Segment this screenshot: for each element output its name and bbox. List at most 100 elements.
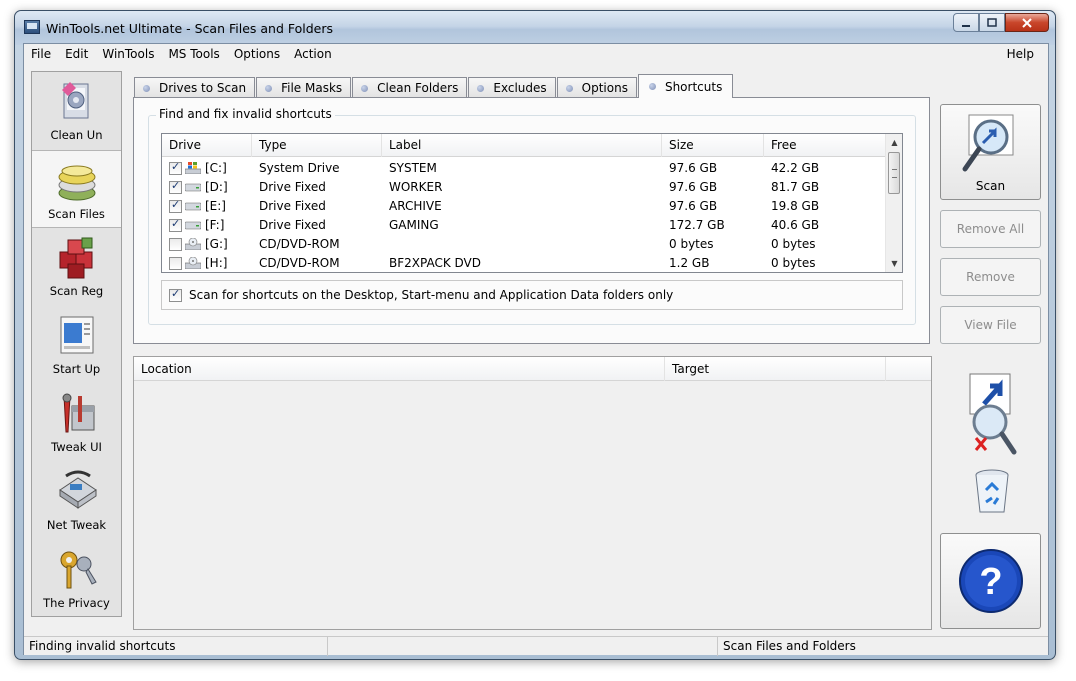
drive-checkbox[interactable] (169, 180, 182, 194)
remove-all-label: Remove All (956, 222, 1025, 236)
scan-button[interactable]: Scan (940, 104, 1041, 200)
drive-free: 40.6 GB (771, 217, 820, 232)
column-header-drive[interactable]: Drive (162, 134, 252, 157)
remove-label: Remove (966, 270, 1015, 284)
column-header-free[interactable]: Free (764, 134, 886, 157)
nav-item-startup[interactable]: Start Up (32, 306, 121, 384)
drive-checkbox[interactable] (169, 256, 182, 270)
nav-item-scan-registry[interactable]: Scan Reg (32, 228, 121, 306)
shortcuts-groupbox: Find and fix invalid shortcuts Drive Typ… (148, 107, 916, 325)
column-header-location[interactable]: Location (134, 357, 665, 381)
scroll-thumb[interactable] (888, 152, 900, 194)
tab-excludes[interactable]: Excludes (468, 77, 556, 98)
drive-label: BF2XPACK DVD (389, 255, 481, 270)
tab-clean-folders[interactable]: Clean Folders (352, 77, 468, 98)
drive-row[interactable]: [C:] System Drive SYSTEM 97.6 GB 42.2 GB (162, 158, 886, 177)
drive-checkbox[interactable] (169, 161, 182, 175)
shortcuts-panel: Find and fix invalid shortcuts Drive Typ… (133, 97, 930, 344)
menu-file[interactable]: File (24, 47, 58, 61)
scan-registry-icon (59, 237, 93, 279)
status-left: Finding invalid shortcuts (24, 637, 328, 656)
nav-item-clean-uninstaller[interactable]: Clean Un (32, 72, 121, 150)
nav-item-net-tweak[interactable]: Net Tweak (32, 462, 121, 540)
nav-label: Net Tweak (46, 518, 107, 532)
scroll-up-icon[interactable]: ▲ (886, 134, 903, 151)
title-bar[interactable]: WinTools.net Ultimate - Scan Files and F… (15, 11, 1055, 45)
menu-options[interactable]: Options (227, 47, 287, 61)
drive-type: CD/DVD-ROM (259, 255, 340, 270)
drive-row[interactable]: [E:] Drive Fixed ARCHIVE 97.6 GB 19.8 GB (162, 196, 886, 215)
close-button[interactable] (1005, 13, 1049, 32)
drive-label: SYSTEM (389, 160, 437, 175)
windows-drive-icon (182, 161, 205, 175)
maximize-icon (987, 17, 997, 27)
tab-drives-to-scan[interactable]: Drives to Scan (134, 77, 256, 98)
view-file-button[interactable]: View File (940, 306, 1041, 344)
drive-list-header: Drive Type Label Size Free (162, 134, 886, 157)
tab-bullet-icon (143, 84, 150, 92)
drive-type: Drive Fixed (259, 198, 326, 213)
window-title: WinTools.net Ultimate - Scan Files and F… (46, 21, 334, 36)
scroll-down-icon[interactable]: ▼ (886, 255, 903, 272)
maximize-button[interactable] (979, 13, 1005, 32)
tab-label: Excludes (493, 81, 547, 95)
vertical-scrollbar[interactable]: ▲ ▼ (885, 134, 902, 272)
drive-size: 97.6 GB (669, 198, 718, 213)
drive-label: GAMING (389, 217, 439, 232)
scan-scope-label: Scan for shortcuts on the Desktop, Start… (189, 288, 674, 302)
results-list[interactable]: Location Target (133, 356, 932, 630)
column-header-label[interactable]: Label (382, 134, 662, 157)
hard-drive-icon (182, 218, 205, 232)
drive-row[interactable]: [G:] CD/DVD-ROM 0 bytes 0 bytes (162, 234, 886, 253)
remove-button[interactable]: Remove (940, 258, 1041, 296)
drive-size: 0 bytes (669, 236, 714, 251)
drive-row[interactable]: [D:] Drive Fixed WORKER 97.6 GB 81.7 GB (162, 177, 886, 196)
hard-drive-icon (182, 199, 205, 213)
drive-type: Drive Fixed (259, 217, 326, 232)
menu-ms-tools[interactable]: MS Tools (161, 47, 226, 61)
app-window: WinTools.net Ultimate - Scan Files and F… (14, 10, 1056, 660)
drive-free: 81.7 GB (771, 179, 820, 194)
drive-list[interactable]: Drive Type Label Size Free [C:] System Dr… (161, 133, 903, 273)
drive-checkbox[interactable] (169, 199, 182, 213)
drive-letter: [D:] (205, 179, 228, 194)
tab-file-masks[interactable]: File Masks (256, 77, 352, 98)
column-header-type[interactable]: Type (252, 134, 382, 157)
nav-item-scan-files[interactable]: Scan Files (32, 150, 121, 228)
drive-cell: [C:] (162, 161, 252, 175)
clean-uninstaller-icon (62, 82, 89, 119)
minimize-button[interactable] (953, 13, 979, 32)
tab-options[interactable]: Options (556, 77, 637, 98)
help-question-icon: ? (958, 549, 1023, 613)
drive-checkbox[interactable] (169, 218, 182, 232)
drive-row[interactable]: [F:] Drive Fixed GAMING 172.7 GB 40.6 GB (162, 215, 886, 234)
menu-action[interactable]: Action (287, 47, 339, 61)
menu-help[interactable]: Help (1000, 47, 1041, 61)
nav-item-privacy[interactable]: The Privacy (32, 540, 121, 618)
drive-size: 97.6 GB (669, 160, 718, 175)
scan-scope-checkbox[interactable] (169, 287, 182, 302)
app-icon (24, 20, 40, 34)
drive-checkbox[interactable] (169, 237, 182, 251)
svg-text:?: ? (979, 561, 1002, 603)
tab-label: Shortcuts (664, 79, 723, 94)
drive-type: CD/DVD-ROM (259, 236, 340, 251)
drive-cell: [D:] (162, 180, 252, 194)
menu-bar: File Edit WinTools MS Tools Options Acti… (24, 44, 1048, 64)
remove-all-button[interactable]: Remove All (940, 210, 1041, 248)
window-controls (953, 13, 1049, 33)
nav-label: Tweak UI (51, 440, 102, 454)
drive-rows: [C:] System Drive SYSTEM 97.6 GB 42.2 GB [D:]… (162, 158, 886, 272)
column-header-size[interactable]: Size (662, 134, 764, 157)
drive-row[interactable]: [H:] CD/DVD-ROM BF2XPACK DVD 1.2 GB 0 bytes (162, 253, 886, 272)
scan-option-row[interactable]: Scan for shortcuts on the Desktop, Start… (161, 280, 903, 310)
drive-type: Drive Fixed (259, 179, 326, 194)
nav-item-tweak-ui[interactable]: Tweak UI (32, 384, 121, 462)
drive-cell: [H:] (162, 256, 252, 270)
drive-size: 97.6 GB (669, 179, 718, 194)
help-button[interactable]: ? (940, 533, 1041, 629)
tab-shortcuts[interactable]: Shortcuts (637, 74, 734, 98)
menu-wintools[interactable]: WinTools (95, 47, 161, 61)
column-header-target[interactable]: Target (665, 357, 886, 381)
menu-edit[interactable]: Edit (58, 47, 95, 61)
